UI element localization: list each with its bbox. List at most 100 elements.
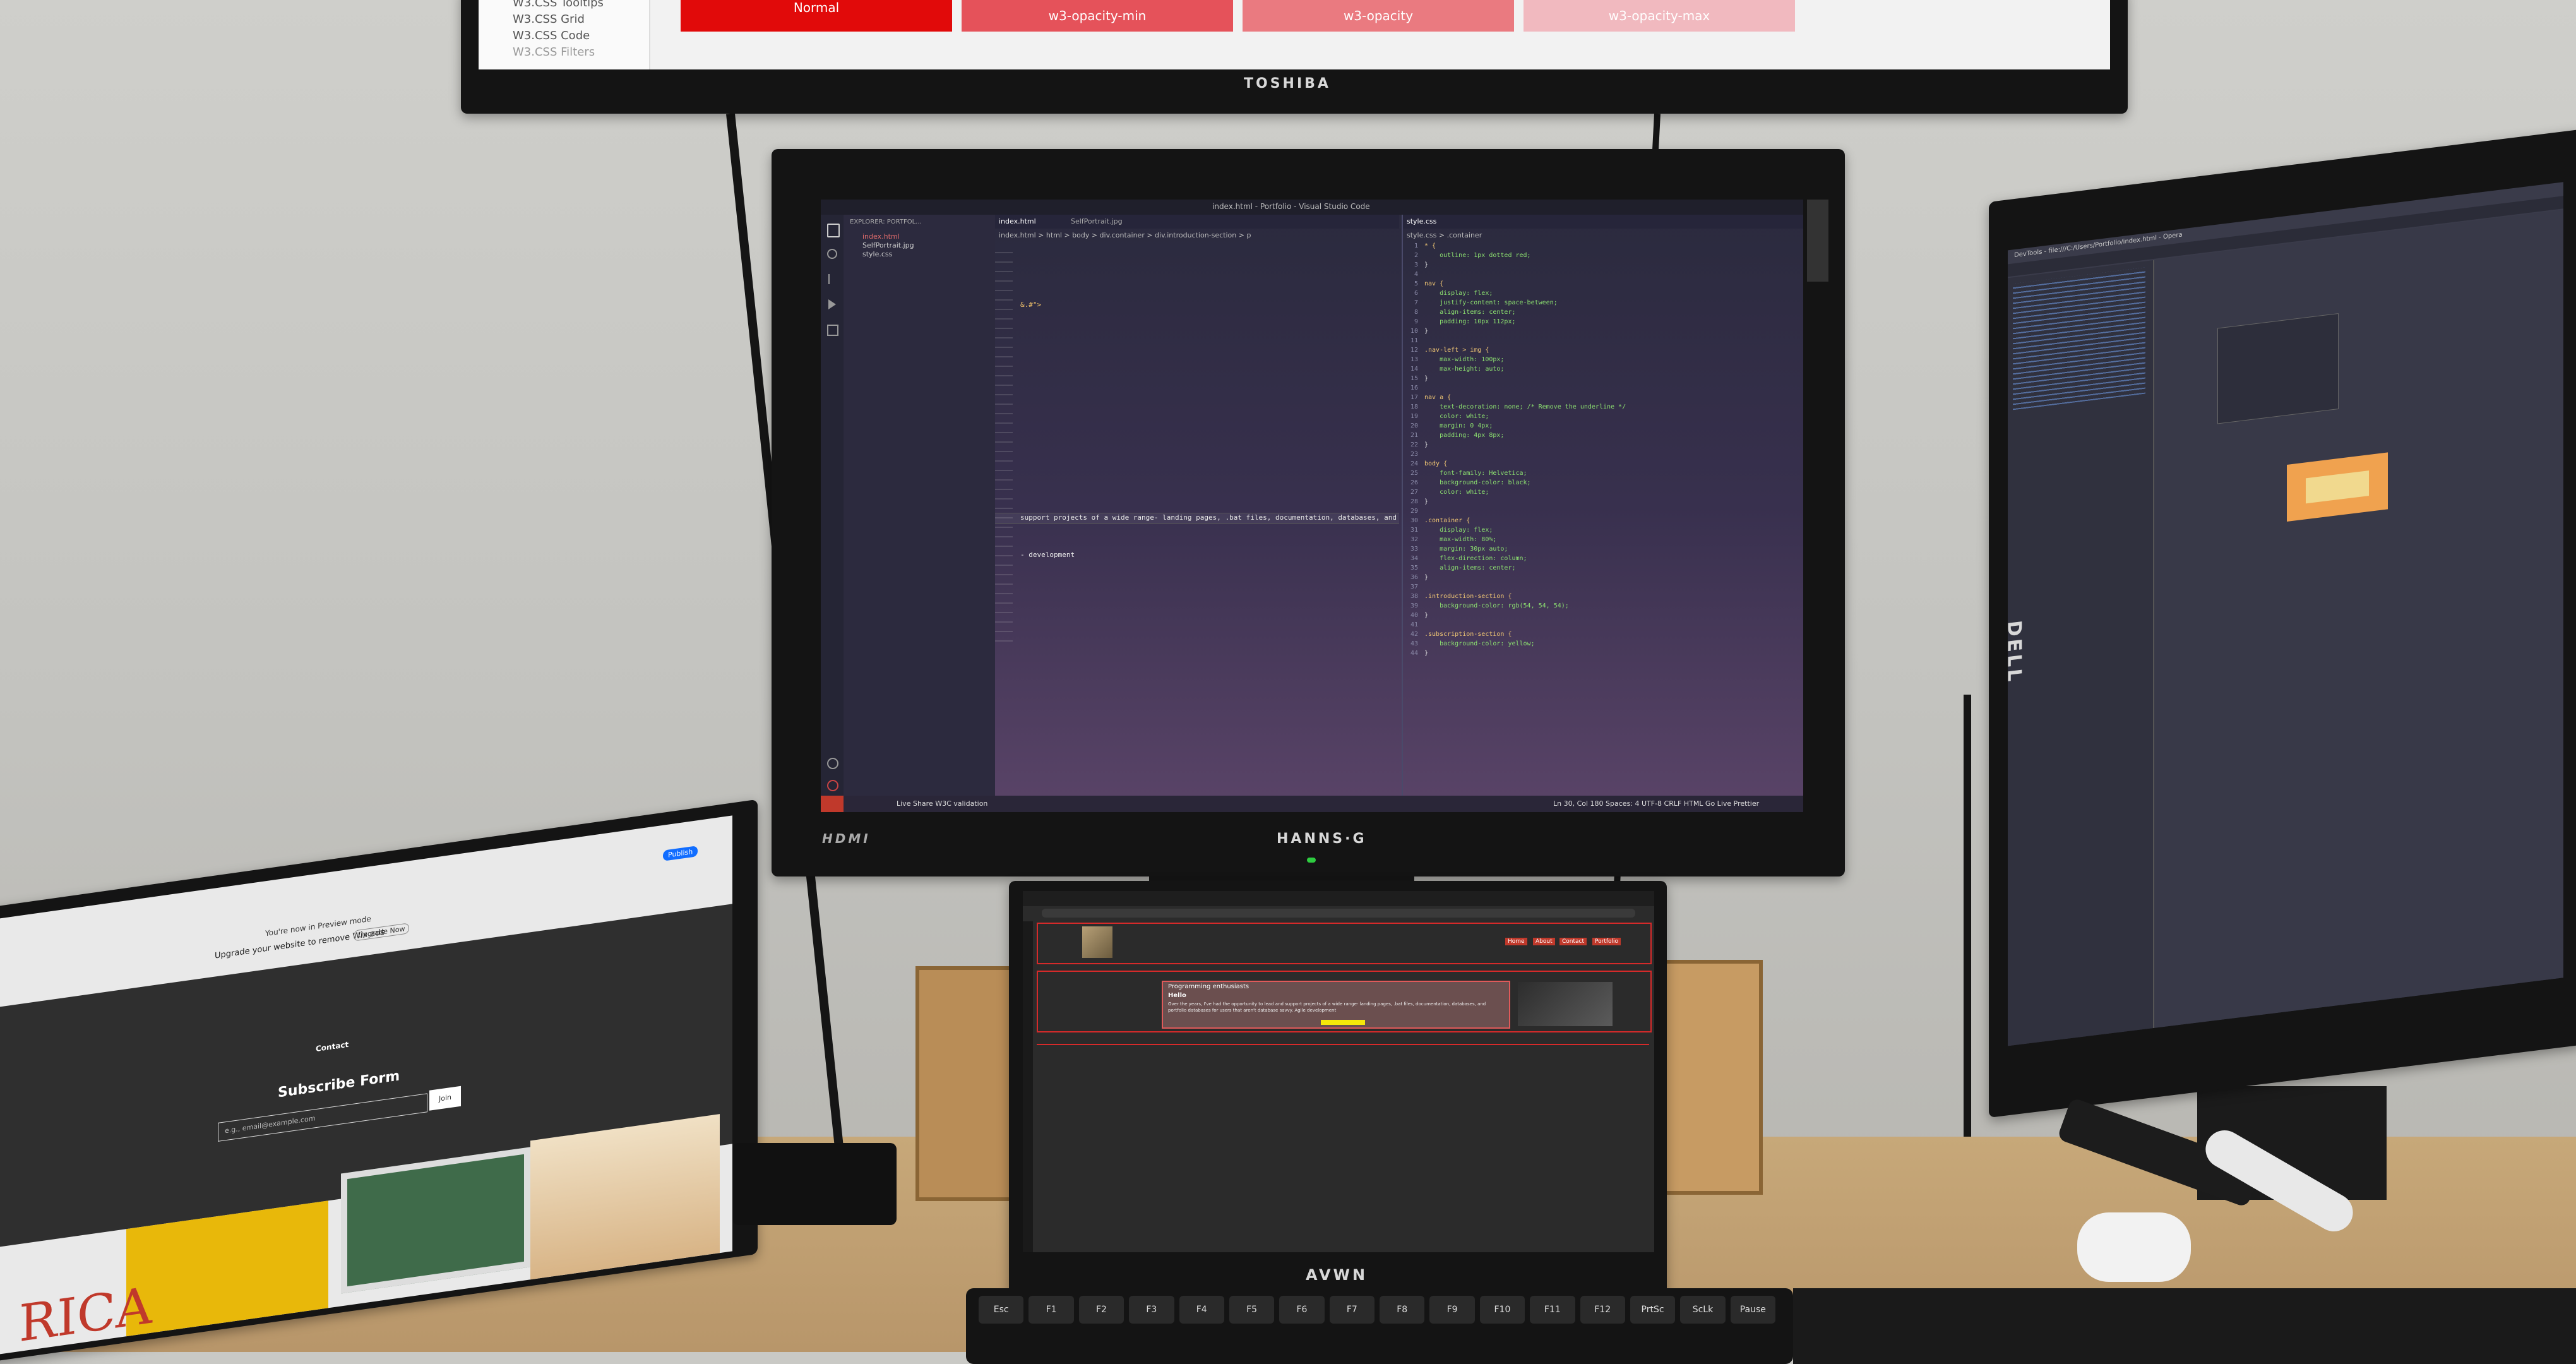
keyboard-key[interactable]: F9 bbox=[1429, 1296, 1475, 1324]
line-number: 23 bbox=[1410, 451, 1418, 458]
function-row: Esc F1 F2 F3 F4 F5 F6 F7 F8 F9 F10 F11 F12 PrtSc ScLk P… bbox=[979, 1296, 1780, 1334]
extensions-icon[interactable] bbox=[827, 325, 838, 336]
swatch-label: w3-opacity bbox=[1343, 8, 1414, 23]
keyboard-key[interactable]: F3 bbox=[1129, 1296, 1174, 1324]
keyboard-key[interactable]: F7 bbox=[1329, 1296, 1374, 1324]
keyboard-key[interactable]: F8 bbox=[1380, 1296, 1425, 1324]
flexbox-editor[interactable] bbox=[2217, 313, 2339, 424]
line-number: 13 bbox=[1410, 356, 1418, 363]
line-number: 12 bbox=[1410, 347, 1418, 354]
keyboard-key[interactable]: Pause bbox=[1730, 1296, 1775, 1324]
account-icon[interactable] bbox=[827, 758, 838, 769]
sidebar-item[interactable]: W3.CSS Tooltips bbox=[513, 0, 604, 9]
line-number: 17 bbox=[1410, 394, 1418, 401]
vscode-window: index.html - Portfolio - Visual Studio C… bbox=[821, 200, 1803, 812]
keyboard-key[interactable]: F12 bbox=[1580, 1296, 1625, 1324]
keyboard-key[interactable]: F10 bbox=[1479, 1296, 1525, 1324]
code-row: 31 display: flex; bbox=[1403, 527, 1803, 536]
nav-link-portfolio[interactable]: Portfolio bbox=[1592, 938, 1621, 945]
explorer-header: EXPLORER: PORTFOL... bbox=[850, 218, 922, 225]
keyboard-key[interactable]: ScLk bbox=[1680, 1296, 1726, 1324]
email-input[interactable]: e.g., email@example.com bbox=[218, 1093, 427, 1142]
keyboard-key[interactable]: F6 bbox=[1279, 1296, 1325, 1324]
code-text: } bbox=[1424, 650, 1429, 657]
code-text: flex-direction: column; bbox=[1424, 555, 1527, 562]
tab-style-css[interactable]: style.css bbox=[1407, 217, 1436, 225]
browser-tabbar bbox=[1023, 891, 1654, 906]
keyboard-key[interactable]: Esc bbox=[979, 1296, 1024, 1324]
code-row: 44} bbox=[1403, 650, 1803, 659]
code-row: 20 margin: 0 4px; bbox=[1403, 422, 1803, 432]
line-number: 16 bbox=[1410, 385, 1418, 392]
sidebar-item[interactable]: W3.CSS Grid bbox=[513, 13, 585, 26]
explorer-icon[interactable] bbox=[827, 224, 840, 237]
keyboard[interactable]: Esc F1 F2 F3 F4 F5 F6 F7 F8 F9 F10 F11 F12 PrtSc ScLk P… bbox=[966, 1288, 1793, 1364]
code-text: text-decoration: none; /* Remove the und… bbox=[1424, 404, 1626, 410]
box-model-content bbox=[2306, 470, 2369, 504]
line-number: 28 bbox=[1410, 498, 1418, 505]
address-bar[interactable] bbox=[1042, 909, 1635, 918]
swatch-opacity-max: w3-opacity-max bbox=[1524, 0, 1795, 32]
code-row: 26 background-color: black; bbox=[1403, 479, 1803, 489]
code-row: 22} bbox=[1403, 441, 1803, 451]
source-control-icon[interactable] bbox=[828, 274, 836, 284]
keyboard-key[interactable]: F1 bbox=[1029, 1296, 1074, 1324]
breadcrumb: index.html > html > body > div.container… bbox=[999, 231, 1251, 239]
activity-bar bbox=[821, 215, 844, 796]
code-row: 11 bbox=[1403, 337, 1803, 347]
contact-link[interactable]: Contact bbox=[316, 1040, 349, 1053]
keyboard-key[interactable]: PrtSc bbox=[1630, 1296, 1676, 1324]
upgrade-button[interactable]: Upgrade Now bbox=[354, 923, 410, 942]
code-row: 30 .container { bbox=[1403, 517, 1803, 527]
line-number: 21 bbox=[1410, 432, 1418, 439]
nav-link-about[interactable]: About bbox=[1533, 938, 1555, 945]
line-number: 38 bbox=[1410, 593, 1418, 600]
w3-sidebar: W3.CSS Tooltips W3.CSS Grid W3.CSS Code … bbox=[479, 0, 650, 69]
elements-panel bbox=[2008, 260, 2154, 1046]
publish-button[interactable]: Publish bbox=[663, 846, 698, 861]
code-text: background-color: black; bbox=[1424, 479, 1531, 486]
keyboard-key[interactable]: F2 bbox=[1078, 1296, 1124, 1324]
gallery-desert bbox=[530, 1114, 720, 1280]
code-row: 38 .introduction-section { bbox=[1403, 593, 1803, 602]
toshiba-logo: TOSHIBA bbox=[1244, 76, 1331, 92]
site-nav: Home About Contact Portfolio bbox=[1037, 923, 1652, 964]
code-text: max-height: auto; bbox=[1424, 366, 1505, 373]
remote-indicator[interactable] bbox=[821, 796, 844, 812]
nav-link-contact[interactable]: Contact bbox=[1559, 938, 1587, 945]
code-row: 5 nav { bbox=[1403, 280, 1803, 290]
code-line: support projects of a wide range- landin… bbox=[1020, 513, 1399, 522]
file-item[interactable]: index.html bbox=[862, 232, 900, 241]
code-row: 14 max-height: auto; bbox=[1403, 366, 1803, 375]
line-number: 30 bbox=[1410, 517, 1418, 524]
line-number: 44 bbox=[1410, 650, 1418, 657]
search-icon[interactable] bbox=[827, 249, 837, 259]
styles-panel bbox=[2154, 210, 2563, 1028]
code-text: justify-content: space-between; bbox=[1424, 299, 1558, 306]
code-text: } bbox=[1424, 328, 1429, 335]
code-row: 8 align-items: center; bbox=[1403, 309, 1803, 318]
line-number: 40 bbox=[1410, 612, 1418, 619]
keyboard-key[interactable]: F4 bbox=[1179, 1296, 1224, 1324]
tab-selfportrait[interactable]: SelfPortrait.jpg bbox=[1071, 217, 1123, 225]
line-number: 3 bbox=[1414, 261, 1418, 268]
tab-index-html[interactable]: index.html bbox=[999, 217, 1036, 225]
code-row: 4 bbox=[1403, 271, 1803, 280]
code-row: 29 bbox=[1403, 508, 1803, 517]
file-item[interactable]: style.css bbox=[862, 250, 892, 258]
keyboard-key[interactable]: F5 bbox=[1229, 1296, 1275, 1324]
line-number: 39 bbox=[1410, 602, 1418, 609]
run-debug-icon[interactable] bbox=[828, 299, 836, 309]
keyboard-key[interactable]: F11 bbox=[1530, 1296, 1575, 1324]
code-row: 7 justify-content: space-between; bbox=[1403, 299, 1803, 309]
code-row: 34 flex-direction: column; bbox=[1403, 555, 1803, 565]
sidebar-item[interactable]: W3.CSS Filters bbox=[513, 45, 595, 59]
file-item[interactable]: SelfPortrait.jpg bbox=[862, 241, 914, 249]
code-row: 36} bbox=[1403, 574, 1803, 583]
join-button[interactable]: Join bbox=[429, 1086, 461, 1111]
nav-link-home[interactable]: Home bbox=[1505, 938, 1527, 945]
settings-icon[interactable] bbox=[827, 780, 838, 791]
code-text: .nav-left > img { bbox=[1424, 347, 1489, 354]
sidebar-item[interactable]: W3.CSS Code bbox=[513, 29, 590, 42]
code-text: } bbox=[1424, 612, 1429, 619]
